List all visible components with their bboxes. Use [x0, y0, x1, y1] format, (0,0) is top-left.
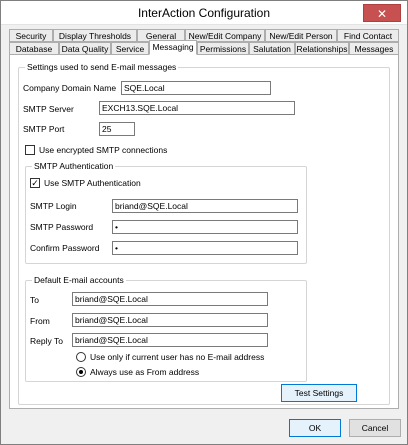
- always-use-from-label: Always use as From address: [90, 367, 200, 377]
- messaging-panel: Settings used to send E-mail messages Co…: [9, 54, 399, 409]
- tab-messaging[interactable]: Messaging: [149, 40, 197, 55]
- smtp-login-label: SMTP Login: [30, 201, 77, 211]
- email-settings-legend: Settings used to send E-mail messages: [25, 62, 179, 72]
- email-settings-group: Settings used to send E-mail messages Co…: [18, 62, 390, 405]
- smtp-login-field[interactable]: briand@SQE.Local: [112, 199, 298, 213]
- default-accounts-legend: Default E-mail accounts: [32, 275, 126, 285]
- smtp-port-label: SMTP Port: [23, 124, 65, 134]
- confirm-password-label: Confirm Password: [30, 243, 100, 253]
- use-only-if-no-email-radio[interactable]: [76, 352, 86, 362]
- window-title: InterAction Configuration: [137, 6, 271, 20]
- close-button[interactable]: ✕: [363, 4, 401, 22]
- to-field[interactable]: briand@SQE.Local: [72, 292, 268, 306]
- cancel-button[interactable]: Cancel: [349, 419, 401, 437]
- configuration-window: InterAction Configuration ✕ Security Dis…: [0, 0, 408, 445]
- tab-new-edit-person[interactable]: New/Edit Person: [265, 29, 337, 42]
- smtp-auth-legend: SMTP Authentication: [32, 161, 116, 171]
- use-only-if-no-email-label: Use only if current user has no E-mail a…: [90, 352, 265, 362]
- always-use-from-radio[interactable]: [76, 367, 86, 377]
- smtp-server-field[interactable]: EXCH13.SQE.Local: [99, 101, 295, 115]
- company-domain-label: Company Domain Name: [23, 83, 117, 93]
- encrypted-smtp-checkbox[interactable]: [25, 145, 35, 155]
- smtp-auth-group: SMTP Authentication ✓ Use SMTP Authentic…: [25, 161, 307, 264]
- reply-to-field[interactable]: briand@SQE.Local: [72, 333, 268, 347]
- from-label: From: [30, 316, 50, 326]
- smtp-server-label: SMTP Server: [23, 104, 74, 114]
- tab-new-edit-company[interactable]: New/Edit Company: [185, 29, 265, 42]
- default-accounts-group: Default E-mail accounts To briand@SQE.Lo…: [25, 275, 307, 382]
- encrypted-smtp-label: Use encrypted SMTP connections: [39, 145, 168, 155]
- tab-security[interactable]: Security: [9, 29, 53, 42]
- title-bar: InterAction Configuration ✕: [1, 1, 407, 25]
- tab-display-thresholds[interactable]: Display Thresholds: [53, 29, 137, 42]
- tab-find-contact[interactable]: Find Contact: [337, 29, 399, 42]
- from-field[interactable]: briand@SQE.Local: [72, 313, 268, 327]
- to-label: To: [30, 295, 39, 305]
- smtp-password-label: SMTP Password: [30, 222, 94, 232]
- radio-selected-icon: [79, 370, 83, 374]
- confirm-password-field[interactable]: •: [112, 241, 298, 255]
- smtp-port-field[interactable]: 25: [99, 122, 135, 136]
- ok-button[interactable]: OK: [289, 419, 341, 437]
- reply-to-label: Reply To: [30, 336, 63, 346]
- test-settings-button[interactable]: Test Settings: [281, 384, 357, 402]
- use-smtp-auth-label: Use SMTP Authentication: [44, 178, 141, 188]
- smtp-password-field[interactable]: •: [112, 220, 298, 234]
- use-smtp-auth-checkbox[interactable]: ✓: [30, 178, 40, 188]
- checkmark-icon: ✓: [31, 178, 39, 188]
- company-domain-field[interactable]: SQE.Local: [121, 81, 271, 95]
